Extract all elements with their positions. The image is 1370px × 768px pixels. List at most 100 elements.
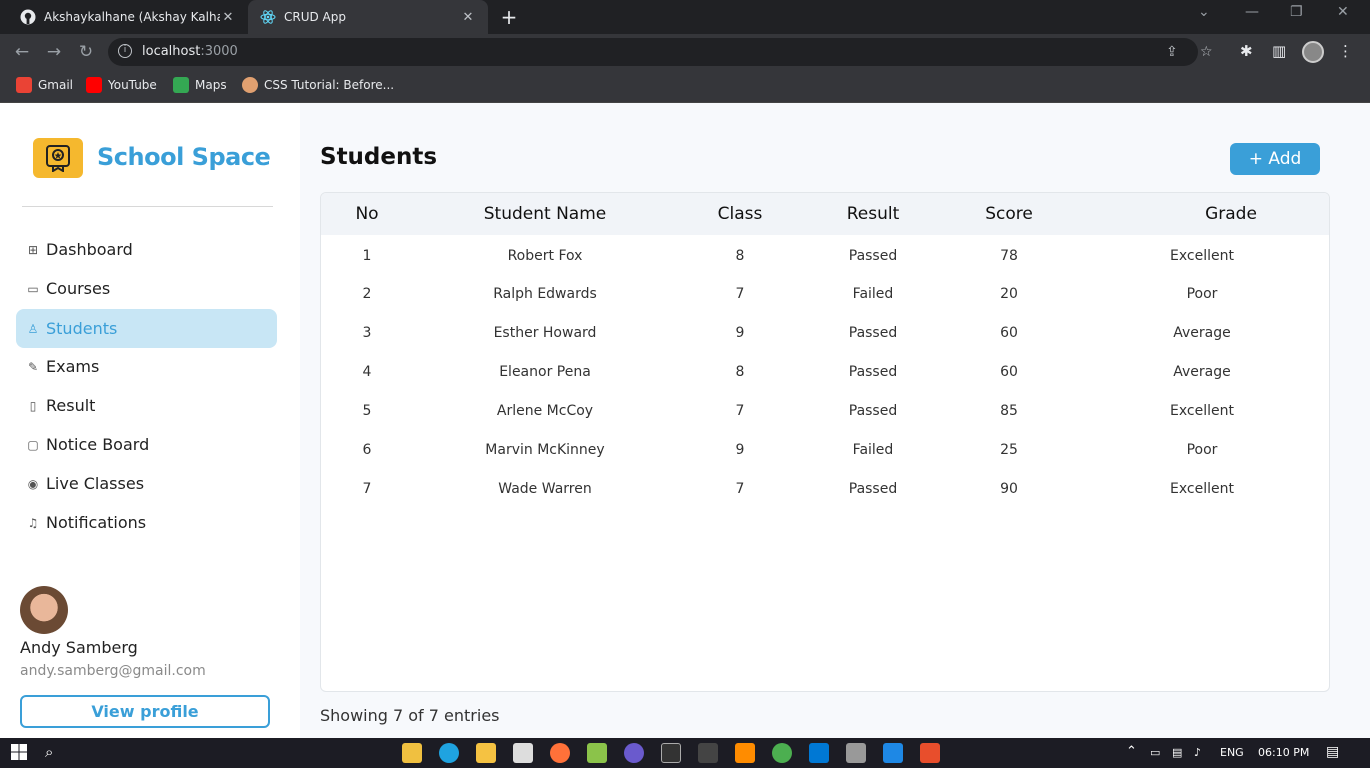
bookmark-gmail[interactable]: Gmail: [16, 77, 73, 93]
entries-count: Showing 7 of 7 entries: [320, 706, 500, 725]
sidebar-item-notice-board[interactable]: ▢ Notice Board: [16, 425, 277, 464]
reload-icon[interactable]: ↻: [76, 42, 96, 62]
clock[interactable]: 06:10 PM: [1258, 746, 1309, 759]
info-icon[interactable]: i: [118, 44, 132, 58]
cell-grade: Excellent: [1170, 402, 1234, 419]
notepad-icon[interactable]: [587, 743, 607, 763]
tray-chevron-icon[interactable]: ⌃: [1126, 744, 1137, 759]
cell-name: Marvin McKinney: [485, 441, 605, 458]
youtube-icon: [86, 77, 102, 93]
sidebar-item-courses[interactable]: ▭ Courses: [16, 269, 277, 308]
sidebar-item-students[interactable]: ♙ Students: [16, 309, 277, 348]
table-row[interactable]: 5 Arlene McCoy 7 Passed 85 Excellent: [321, 391, 1329, 430]
page-title: Students: [320, 144, 438, 170]
brand-name: School Space: [97, 143, 271, 171]
cell-result: Passed: [848, 247, 898, 264]
app-icon[interactable]: [883, 743, 903, 763]
cell-name: Ralph Edwards: [493, 285, 597, 302]
add-student-button[interactable]: + Add: [1230, 143, 1320, 175]
vscode-icon[interactable]: [809, 743, 829, 763]
os-taskbar: ⌕ ⌃ ▭ ▤ ♪ ENG 06:10 PM ▤: [0, 738, 1370, 768]
cell-grade: Excellent: [1170, 480, 1234, 497]
bookmark-star-icon[interactable]: ☆: [1200, 44, 1213, 60]
cell-name: Arlene McCoy: [496, 402, 594, 419]
sidebar-item-result[interactable]: ▯ Result: [16, 386, 277, 425]
table-row[interactable]: 7 Wade Warren 7 Passed 90 Excellent: [321, 469, 1329, 508]
monitor-icon: ▭: [27, 281, 39, 296]
cell-class: 8: [735, 247, 745, 264]
sidebar-item-exams[interactable]: ✎ Exams: [16, 347, 277, 386]
mail-icon[interactable]: [513, 743, 533, 763]
forward-icon[interactable]: →: [44, 42, 64, 62]
git-icon[interactable]: [920, 743, 940, 763]
minimize-icon[interactable]: —: [1245, 4, 1259, 20]
new-tab-icon[interactable]: +: [498, 6, 520, 28]
chrome-icon[interactable]: [772, 743, 792, 763]
cell-result: Failed: [852, 441, 894, 458]
browser-tab-bar: Akshaykalhane (Akshay Kalhane) ✕ CRUD Ap…: [0, 0, 1370, 34]
bookmark-css-tutorial[interactable]: CSS Tutorial: Before...: [242, 77, 394, 93]
table-row[interactable]: 6 Marvin McKinney 9 Failed 25 Poor: [321, 430, 1329, 469]
close-tab-icon[interactable]: ✕: [460, 10, 476, 25]
cell-class: 8: [735, 363, 745, 380]
table-row[interactable]: 3 Esther Howard 9 Passed 60 Average: [321, 313, 1329, 352]
column-header: Result: [846, 204, 900, 224]
file-explorer-icon[interactable]: [476, 743, 496, 763]
browser-toolbar: ← → ↻ i localhost:3000 ⇪ ☆ ✱ ▥ ⋮: [0, 34, 1370, 70]
avatar: [20, 586, 68, 634]
eclipse-icon[interactable]: [624, 743, 644, 763]
address-bar[interactable]: i localhost:3000 ⇪ ☆: [108, 38, 1213, 66]
exam-icon: ✎: [27, 359, 39, 374]
network-icon[interactable]: ▤: [1172, 746, 1182, 759]
extensions-icon[interactable]: ✱: [1240, 42, 1253, 60]
battery-icon[interactable]: ▭: [1150, 746, 1160, 759]
bookmarks-bar: Gmail YouTube Maps CSS Tutorial: Before.…: [0, 70, 1370, 103]
sidebar: School Space ⊞ Dashboard ▭ Courses ♙ Stu…: [0, 103, 300, 738]
sublime-icon[interactable]: [735, 743, 755, 763]
main-content: Students + Add No Student Name Class Res…: [300, 103, 1370, 738]
windows-start-icon[interactable]: [10, 743, 30, 763]
cmd-icon[interactable]: [661, 743, 681, 763]
cell-class: 7: [735, 480, 745, 497]
table-row[interactable]: 4 Eleanor Pena 8 Passed 60 Average: [321, 352, 1329, 391]
share-icon[interactable]: ⇪: [1166, 44, 1178, 60]
virtualbox-icon[interactable]: [846, 743, 866, 763]
bookmark-maps[interactable]: Maps: [173, 77, 227, 93]
back-icon[interactable]: ←: [12, 42, 32, 62]
github-icon: [20, 9, 36, 25]
tab-search-icon[interactable]: ⌄: [1198, 4, 1210, 20]
cell-no: 1: [362, 247, 372, 264]
firefox-icon[interactable]: [550, 743, 570, 763]
column-header: Score: [985, 204, 1033, 224]
table-row[interactable]: 1 Robert Fox 8 Passed 78 Excellent: [321, 235, 1329, 274]
notifications-icon[interactable]: ▤: [1326, 744, 1339, 760]
terminal-icon[interactable]: [698, 743, 718, 763]
browser-tab-crud-app[interactable]: CRUD App ✕: [248, 0, 488, 34]
column-header: Grade: [1205, 204, 1257, 224]
chrome-profile-avatar[interactable]: [1302, 41, 1324, 63]
view-profile-button[interactable]: View profile: [20, 695, 270, 728]
cell-score: 25: [1000, 441, 1018, 458]
volume-icon[interactable]: ♪: [1194, 746, 1201, 759]
store-icon[interactable]: [402, 743, 422, 763]
url-text[interactable]: localhost:3000: [142, 44, 238, 59]
cell-no: 4: [362, 363, 372, 380]
side-panel-icon[interactable]: ▥: [1272, 42, 1286, 60]
menu-kebab-icon[interactable]: ⋮: [1338, 42, 1353, 60]
cell-result: Failed: [852, 285, 894, 302]
react-icon: [260, 9, 276, 25]
language-indicator[interactable]: ENG: [1220, 746, 1244, 759]
edge-icon[interactable]: [439, 743, 459, 763]
restore-icon[interactable]: ❐: [1290, 4, 1303, 20]
sidebar-item-notifications[interactable]: ♫ Notifications: [16, 503, 277, 542]
sidebar-item-live-classes[interactable]: ◉ Live Classes: [16, 464, 277, 503]
search-icon[interactable]: ⌕: [45, 743, 65, 763]
column-header: No: [355, 204, 379, 224]
table-row[interactable]: 2 Ralph Edwards 7 Failed 20 Poor: [321, 274, 1329, 313]
close-window-icon[interactable]: ✕: [1337, 4, 1349, 20]
browser-tab-github[interactable]: Akshaykalhane (Akshay Kalhane) ✕: [8, 0, 248, 34]
cell-class: 7: [735, 402, 745, 419]
sidebar-item-dashboard[interactable]: ⊞ Dashboard: [16, 230, 277, 269]
close-tab-icon[interactable]: ✕: [220, 10, 236, 25]
bookmark-youtube[interactable]: YouTube: [86, 77, 157, 93]
